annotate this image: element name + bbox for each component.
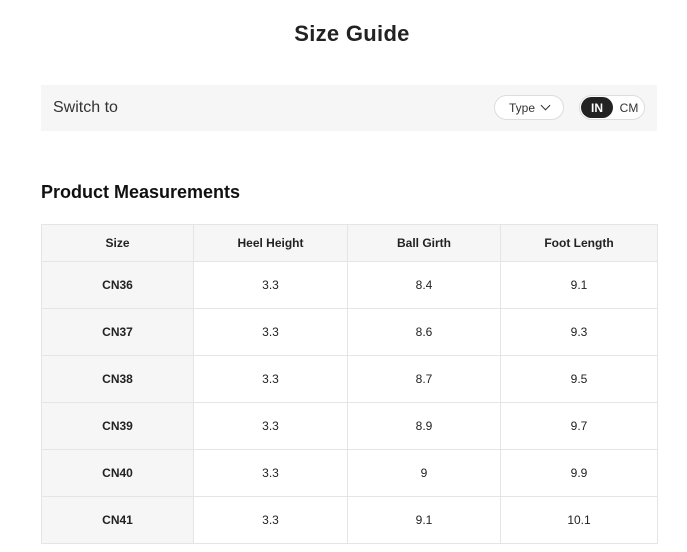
ball-girth-cell: 9 bbox=[347, 449, 501, 497]
table-header-row: Size Heel Height Ball Girth Foot Length bbox=[41, 224, 658, 262]
foot-length-cell: 9.1 bbox=[500, 261, 658, 309]
table-row: CN41 3.3 9.1 10.1 bbox=[41, 496, 658, 544]
type-dropdown-label: Type bbox=[508, 100, 535, 115]
size-cell: CN41 bbox=[41, 496, 194, 544]
size-cell: CN37 bbox=[41, 308, 194, 356]
type-dropdown[interactable]: Type bbox=[494, 95, 564, 120]
size-cell: CN39 bbox=[41, 402, 194, 450]
page-title: Size Guide bbox=[294, 21, 410, 46]
section-title: Product Measurements bbox=[41, 182, 241, 202]
ball-girth-cell: 8.7 bbox=[347, 355, 501, 403]
heel-height-cell: 3.3 bbox=[193, 496, 348, 544]
heel-height-cell: 3.3 bbox=[193, 402, 348, 450]
size-cell: CN40 bbox=[41, 449, 194, 497]
table-row: CN38 3.3 8.7 9.5 bbox=[41, 355, 658, 403]
measurements-table: Size Heel Height Ball Girth Foot Length … bbox=[41, 224, 658, 544]
unit-toggle: IN CM bbox=[579, 95, 645, 120]
heel-height-cell: 3.3 bbox=[193, 449, 348, 497]
table-row: CN39 3.3 8.9 9.7 bbox=[41, 402, 658, 450]
chevron-down-icon bbox=[540, 100, 551, 111]
switch-to-label: Switch to bbox=[53, 99, 118, 116]
unit-switch-bar: Switch to Type IN CM bbox=[41, 85, 657, 131]
column-header-heel-height: Heel Height bbox=[193, 224, 348, 262]
foot-length-cell: 9.7 bbox=[500, 402, 658, 450]
table-row: CN37 3.3 8.6 9.3 bbox=[41, 308, 658, 356]
heel-height-cell: 3.3 bbox=[193, 308, 348, 356]
unit-option-cm[interactable]: CM bbox=[614, 97, 644, 118]
table-row: CN40 3.3 9 9.9 bbox=[41, 449, 658, 497]
heel-height-cell: 3.3 bbox=[193, 261, 348, 309]
table-row: CN36 3.3 8.4 9.1 bbox=[41, 261, 658, 309]
foot-length-cell: 9.5 bbox=[500, 355, 658, 403]
heel-height-cell: 3.3 bbox=[193, 355, 348, 403]
unit-option-in[interactable]: IN bbox=[581, 97, 613, 118]
size-cell: CN36 bbox=[41, 261, 194, 309]
ball-girth-cell: 8.4 bbox=[347, 261, 501, 309]
column-header-size: Size bbox=[41, 224, 194, 262]
ball-girth-cell: 9.1 bbox=[347, 496, 501, 544]
size-cell: CN38 bbox=[41, 355, 194, 403]
ball-girth-cell: 8.6 bbox=[347, 308, 501, 356]
foot-length-cell: 10.1 bbox=[500, 496, 658, 544]
column-header-foot-length: Foot Length bbox=[500, 224, 658, 262]
ball-girth-cell: 8.9 bbox=[347, 402, 501, 450]
foot-length-cell: 9.3 bbox=[500, 308, 658, 356]
foot-length-cell: 9.9 bbox=[500, 449, 658, 497]
column-header-ball-girth: Ball Girth bbox=[347, 224, 501, 262]
